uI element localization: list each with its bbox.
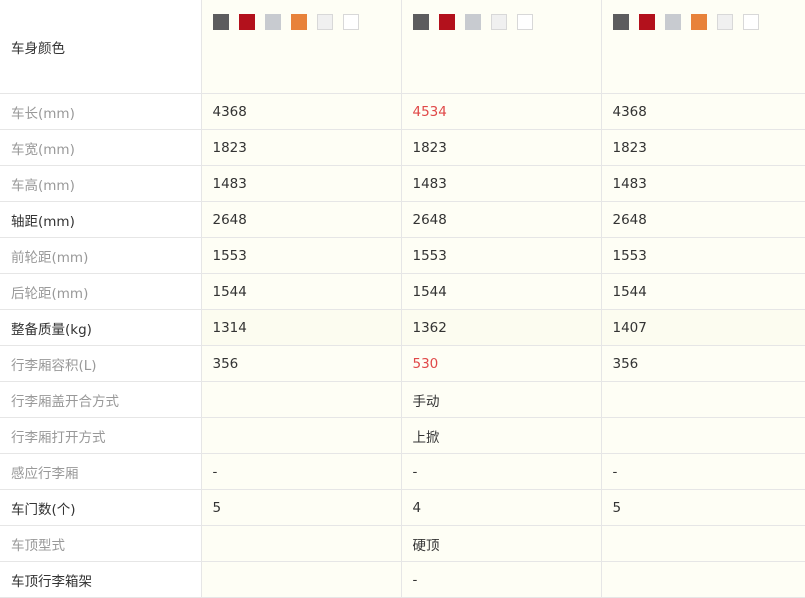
- model-1-value: 1823: [201, 129, 402, 166]
- spec-row: 后轮距(mm) 1544 1544 1544: [0, 273, 805, 310]
- model-1-value: 356: [201, 345, 402, 382]
- spec-row: 车高(mm) 1483 1483 1483: [0, 165, 805, 202]
- model-3-value: -: [601, 453, 805, 490]
- model-3-value: 356: [601, 345, 805, 382]
- spec-row: 车顶型式 硬顶: [0, 525, 805, 562]
- spec-row: 行李厢打开方式 上掀: [0, 417, 805, 454]
- row-label: 感应行李厢: [0, 453, 202, 490]
- row-label: 整备质量(kg): [0, 309, 202, 346]
- model-1-value: -: [201, 453, 402, 490]
- model-2-value: 1823: [401, 129, 602, 166]
- model-3-value: 2648: [601, 201, 805, 238]
- color-swatch[interactable]: [464, 14, 481, 30]
- model-3-value: [601, 561, 805, 598]
- color-swatch[interactable]: [638, 14, 655, 30]
- model-2-value: 1483: [401, 165, 602, 202]
- spec-row: 感应行李厢 - - -: [0, 453, 805, 490]
- color-swatch[interactable]: [316, 14, 333, 30]
- spec-row: 车宽(mm) 1823 1823 1823: [0, 129, 805, 166]
- color-swatch[interactable]: [742, 14, 759, 30]
- row-label: 行李厢打开方式: [0, 417, 202, 454]
- spec-row: 轴距(mm) 2648 2648 2648: [0, 201, 805, 238]
- model-1-value: 2648: [201, 201, 402, 238]
- model-2-value: 1362: [401, 309, 602, 346]
- swatch-group: [412, 14, 601, 30]
- color-swatch[interactable]: [412, 14, 429, 30]
- row-label: 车长(mm): [0, 93, 202, 130]
- model-2-value: 530: [401, 345, 602, 382]
- model-2-value: 1544: [401, 273, 602, 310]
- color-swatch[interactable]: [212, 14, 229, 30]
- color-swatch[interactable]: [264, 14, 281, 30]
- row-label: 车身颜色: [0, 0, 202, 94]
- color-row: 车身颜色: [0, 0, 805, 94]
- model-1-value: 1544: [201, 273, 402, 310]
- spec-row: 车门数(个) 5 4 5: [0, 489, 805, 526]
- swatch-group: [212, 14, 401, 30]
- model-1-value: 1553: [201, 237, 402, 274]
- spec-row: 行李厢容积(L) 356 530 356: [0, 345, 805, 382]
- row-label: 车门数(个): [0, 489, 202, 526]
- row-label: 车顶型式: [0, 525, 202, 562]
- spec-row: 行李厢盖开合方式 手动: [0, 381, 805, 418]
- model-3-value: 5: [601, 489, 805, 526]
- model-1-value: 5: [201, 489, 402, 526]
- spec-row: 整备质量(kg) 1314 1362 1407: [0, 309, 805, 346]
- color-swatch[interactable]: [342, 14, 359, 30]
- spec-row: 车长(mm) 4368 4534 4368: [0, 93, 805, 130]
- swatch-group: [612, 14, 805, 30]
- color-swatch[interactable]: [664, 14, 681, 30]
- row-label: 后轮距(mm): [0, 273, 202, 310]
- row-label: 行李厢容积(L): [0, 345, 202, 382]
- model-2-value: -: [401, 453, 602, 490]
- color-swatch[interactable]: [612, 14, 629, 30]
- model-3-colors: [601, 0, 805, 94]
- model-1-value: [201, 561, 402, 598]
- model-3-value: 1544: [601, 273, 805, 310]
- row-label: 行李厢盖开合方式: [0, 381, 202, 418]
- model-1-value: 1314: [201, 309, 402, 346]
- model-1-colors: [201, 0, 402, 94]
- row-label: 前轮距(mm): [0, 237, 202, 274]
- model-3-value: 4368: [601, 93, 805, 130]
- model-3-value: 1407: [601, 309, 805, 346]
- row-label: 车宽(mm): [0, 129, 202, 166]
- spec-comparison-table: 车身颜色 车长(mm) 4368 4534 4368 车宽(mm) 1823 1823 182…: [0, 0, 805, 598]
- model-2-value: 手动: [401, 381, 602, 418]
- row-label: 车顶行李箱架: [0, 561, 202, 598]
- row-label: 轴距(mm): [0, 201, 202, 238]
- row-label: 车高(mm): [0, 165, 202, 202]
- spec-table-body: 车身颜色 车长(mm) 4368 4534 4368 车宽(mm) 1823 1823 182…: [0, 0, 805, 598]
- color-swatch[interactable]: [290, 14, 307, 30]
- model-2-value: 4534: [401, 93, 602, 130]
- model-2-value: 4: [401, 489, 602, 526]
- model-3-value: [601, 525, 805, 562]
- model-2-value: 1553: [401, 237, 602, 274]
- model-3-value: [601, 417, 805, 454]
- model-3-value: 1553: [601, 237, 805, 274]
- spec-row: 车顶行李箱架 -: [0, 561, 805, 598]
- model-1-value: 4368: [201, 93, 402, 130]
- model-2-value: 上掀: [401, 417, 602, 454]
- color-swatch[interactable]: [690, 14, 707, 30]
- model-1-value: [201, 381, 402, 418]
- color-swatch[interactable]: [490, 14, 507, 30]
- model-2-value: -: [401, 561, 602, 598]
- color-swatch[interactable]: [438, 14, 455, 30]
- model-1-value: [201, 417, 402, 454]
- model-3-value: 1823: [601, 129, 805, 166]
- spec-row: 前轮距(mm) 1553 1553 1553: [0, 237, 805, 274]
- model-2-value: 硬顶: [401, 525, 602, 562]
- model-2-value: 2648: [401, 201, 602, 238]
- model-2-colors: [401, 0, 602, 94]
- model-3-value: [601, 381, 805, 418]
- color-swatch[interactable]: [716, 14, 733, 30]
- model-1-value: 1483: [201, 165, 402, 202]
- model-1-value: [201, 525, 402, 562]
- color-swatch[interactable]: [238, 14, 255, 30]
- color-swatch[interactable]: [516, 14, 533, 30]
- model-3-value: 1483: [601, 165, 805, 202]
